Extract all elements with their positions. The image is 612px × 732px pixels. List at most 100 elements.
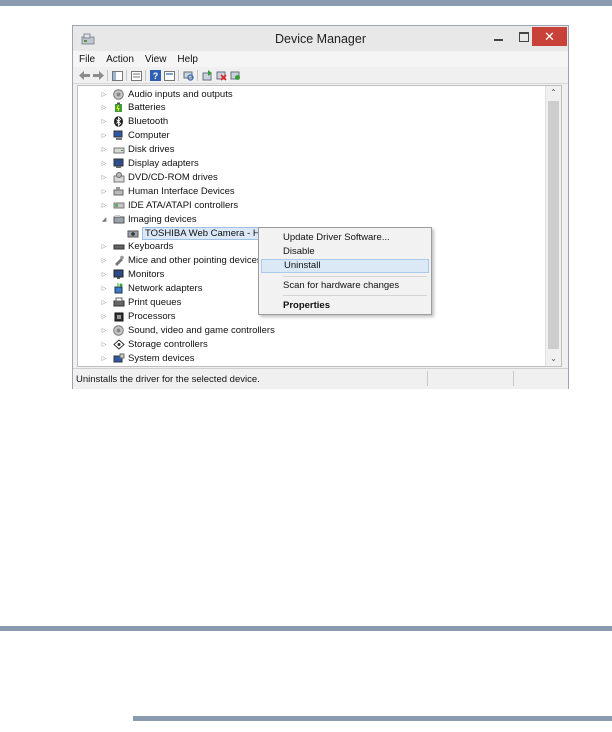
- collapsed-arrow-icon[interactable]: ▷: [100, 243, 108, 250]
- uninstall-device-icon[interactable]: [229, 70, 241, 81]
- tree-item-label: IDE ATA/ATAPI controllers: [128, 199, 239, 211]
- close-button[interactable]: ✕: [532, 27, 567, 46]
- tree-category-row[interactable]: ▷ DVD/CD-ROM drives: [100, 170, 218, 184]
- computer-icon: [112, 130, 125, 141]
- maximize-icon: [519, 32, 529, 42]
- collapsed-arrow-icon[interactable]: ▷: [100, 341, 108, 348]
- tree-item-label: Bluetooth: [128, 116, 169, 128]
- context-update-driver[interactable]: Update Driver Software...: [261, 231, 429, 245]
- mouse-icon: [112, 255, 125, 267]
- tree-item-label: Processors: [128, 310, 176, 322]
- tree-item-label: Monitors: [128, 269, 165, 281]
- collapsed-arrow-icon[interactable]: ▷: [100, 327, 108, 334]
- context-scan-hardware[interactable]: Scan for hardware changes: [261, 279, 429, 293]
- web-camera-icon: [126, 228, 139, 239]
- tree-item-label: Disk drives: [128, 144, 175, 156]
- imaging-device-icon: [112, 214, 125, 225]
- menu-help[interactable]: Help: [171, 51, 203, 67]
- tree-item-label: Human Interface Devices: [128, 185, 235, 197]
- title-bar[interactable]: Device Manager ✕: [73, 26, 568, 51]
- tree-category-row[interactable]: ▷ Audio inputs and outputs: [100, 87, 233, 101]
- vertical-scrollbar[interactable]: ⌃ ⌄: [545, 86, 561, 366]
- collapsed-arrow-icon[interactable]: ▷: [100, 146, 108, 153]
- menu-file[interactable]: File: [73, 51, 100, 67]
- collapsed-arrow-icon[interactable]: ▷: [100, 299, 108, 306]
- tree-category-row[interactable]: ▷ Batteries: [100, 101, 166, 115]
- scroll-up-icon[interactable]: ⌃: [546, 86, 561, 100]
- properties-icon[interactable]: [130, 70, 142, 81]
- tree-item-label: Display adapters: [128, 158, 199, 169]
- help-icon[interactable]: ?: [149, 70, 161, 81]
- tree-category-row[interactable]: ▷ Sound, video and game controllers: [100, 323, 275, 337]
- tree-category-row[interactable]: ▷ Mice and other pointing devices: [100, 254, 262, 268]
- tree-item-label: Imaging devices: [128, 213, 197, 225]
- tree-category-row[interactable]: ▷ Bluetooth: [100, 115, 168, 129]
- collapsed-arrow-icon[interactable]: ▷: [100, 355, 108, 362]
- tree-category-row[interactable]: ▷ System devices: [100, 351, 195, 365]
- tree-category-row[interactable]: ▷ Monitors: [100, 268, 165, 282]
- collapsed-arrow-icon[interactable]: ▷: [100, 118, 108, 125]
- storage-controller-icon: [112, 339, 125, 350]
- view-icon[interactable]: [163, 70, 175, 81]
- show-hide-tree-icon[interactable]: [111, 70, 123, 81]
- tree-category-row[interactable]: ▷ Network adapters: [100, 282, 202, 296]
- context-uninstall[interactable]: Uninstall: [261, 259, 429, 273]
- device-manager-window: Device Manager ✕ File Action View Help ?…: [72, 25, 569, 389]
- back-arrow-icon[interactable]: [78, 70, 90, 81]
- forward-arrow-icon[interactable]: [92, 70, 104, 81]
- tree-category-row[interactable]: ▷ Human Interface Devices: [100, 184, 235, 198]
- network-adapter-icon: [112, 283, 125, 294]
- page-bottom-rule: [133, 716, 612, 721]
- disable-device-icon[interactable]: [215, 70, 227, 81]
- update-driver-icon[interactable]: [201, 70, 213, 81]
- svg-text:?: ?: [152, 71, 158, 81]
- collapsed-arrow-icon[interactable]: ▷: [100, 188, 108, 195]
- minimize-button[interactable]: [485, 27, 511, 47]
- context-menu-separator: [283, 295, 427, 296]
- collapsed-arrow-icon[interactable]: ▷: [100, 285, 108, 292]
- close-icon: ✕: [544, 28, 555, 44]
- tree-category-row[interactable]: ◢ Imaging devices: [100, 212, 197, 226]
- context-disable[interactable]: Disable: [261, 245, 429, 259]
- menu-action[interactable]: Action: [100, 51, 139, 67]
- collapsed-arrow-icon[interactable]: ▷: [100, 271, 108, 278]
- collapsed-arrow-icon[interactable]: ▷: [100, 313, 108, 320]
- tree-item-label: Batteries: [128, 102, 166, 114]
- scroll-down-icon[interactable]: ⌄: [546, 352, 561, 366]
- tree-item-label: Keyboards: [128, 241, 174, 253]
- menu-bar: File Action View Help: [73, 51, 568, 67]
- tree-category-row[interactable]: ▷ Print queues: [100, 296, 182, 310]
- tree-item-label: Network adapters: [128, 283, 203, 295]
- tree-category-row[interactable]: ▷ Computer: [100, 129, 170, 143]
- monitor-icon: [112, 269, 125, 280]
- collapsed-arrow-icon[interactable]: ▷: [100, 174, 108, 181]
- page-middle-rule: [0, 626, 612, 631]
- tree-item-label: DVD/CD-ROM drives: [128, 171, 218, 183]
- ide-controller-icon: [112, 200, 125, 211]
- minimize-icon: [493, 39, 503, 41]
- tree-category-row[interactable]: ▷ IDE ATA/ATAPI controllers: [100, 198, 238, 212]
- scan-hardware-icon[interactable]: [182, 70, 194, 81]
- tree-category-row[interactable]: ▷ Display adapters: [100, 157, 199, 171]
- page-top-rule: [0, 0, 612, 6]
- collapsed-arrow-icon[interactable]: ▷: [100, 91, 108, 98]
- device-tree[interactable]: ▷ Audio inputs and outputs ▷ Batteries ▷ Blue…: [77, 85, 562, 367]
- collapsed-arrow-icon[interactable]: ▷: [100, 257, 108, 264]
- tree-item-label: Storage controllers: [128, 338, 208, 350]
- menu-view[interactable]: View: [139, 51, 172, 67]
- tree-child-row[interactable]: TOSHIBA Web Camera - HD: [122, 226, 270, 240]
- tree-category-row[interactable]: ▷ Keyboards: [100, 240, 174, 254]
- context-properties[interactable]: Properties: [261, 299, 429, 313]
- status-divider: [513, 371, 514, 386]
- tree-category-row[interactable]: ▷ Disk drives: [100, 143, 175, 157]
- tree-category-row[interactable]: ▷ Storage controllers: [100, 337, 208, 351]
- tree-category-row[interactable]: ▷ Processors: [100, 309, 176, 323]
- context-menu-separator: [283, 276, 427, 277]
- collapsed-arrow-icon[interactable]: ▷: [100, 160, 108, 167]
- scrollbar-thumb[interactable]: [548, 101, 559, 349]
- expanded-arrow-icon[interactable]: ◢: [100, 216, 108, 223]
- collapsed-arrow-icon[interactable]: ▷: [100, 104, 108, 111]
- collapsed-arrow-icon[interactable]: ▷: [100, 132, 108, 139]
- collapsed-arrow-icon[interactable]: ▷: [100, 202, 108, 209]
- tree-item-label: TOSHIBA Web Camera - HD: [142, 226, 270, 240]
